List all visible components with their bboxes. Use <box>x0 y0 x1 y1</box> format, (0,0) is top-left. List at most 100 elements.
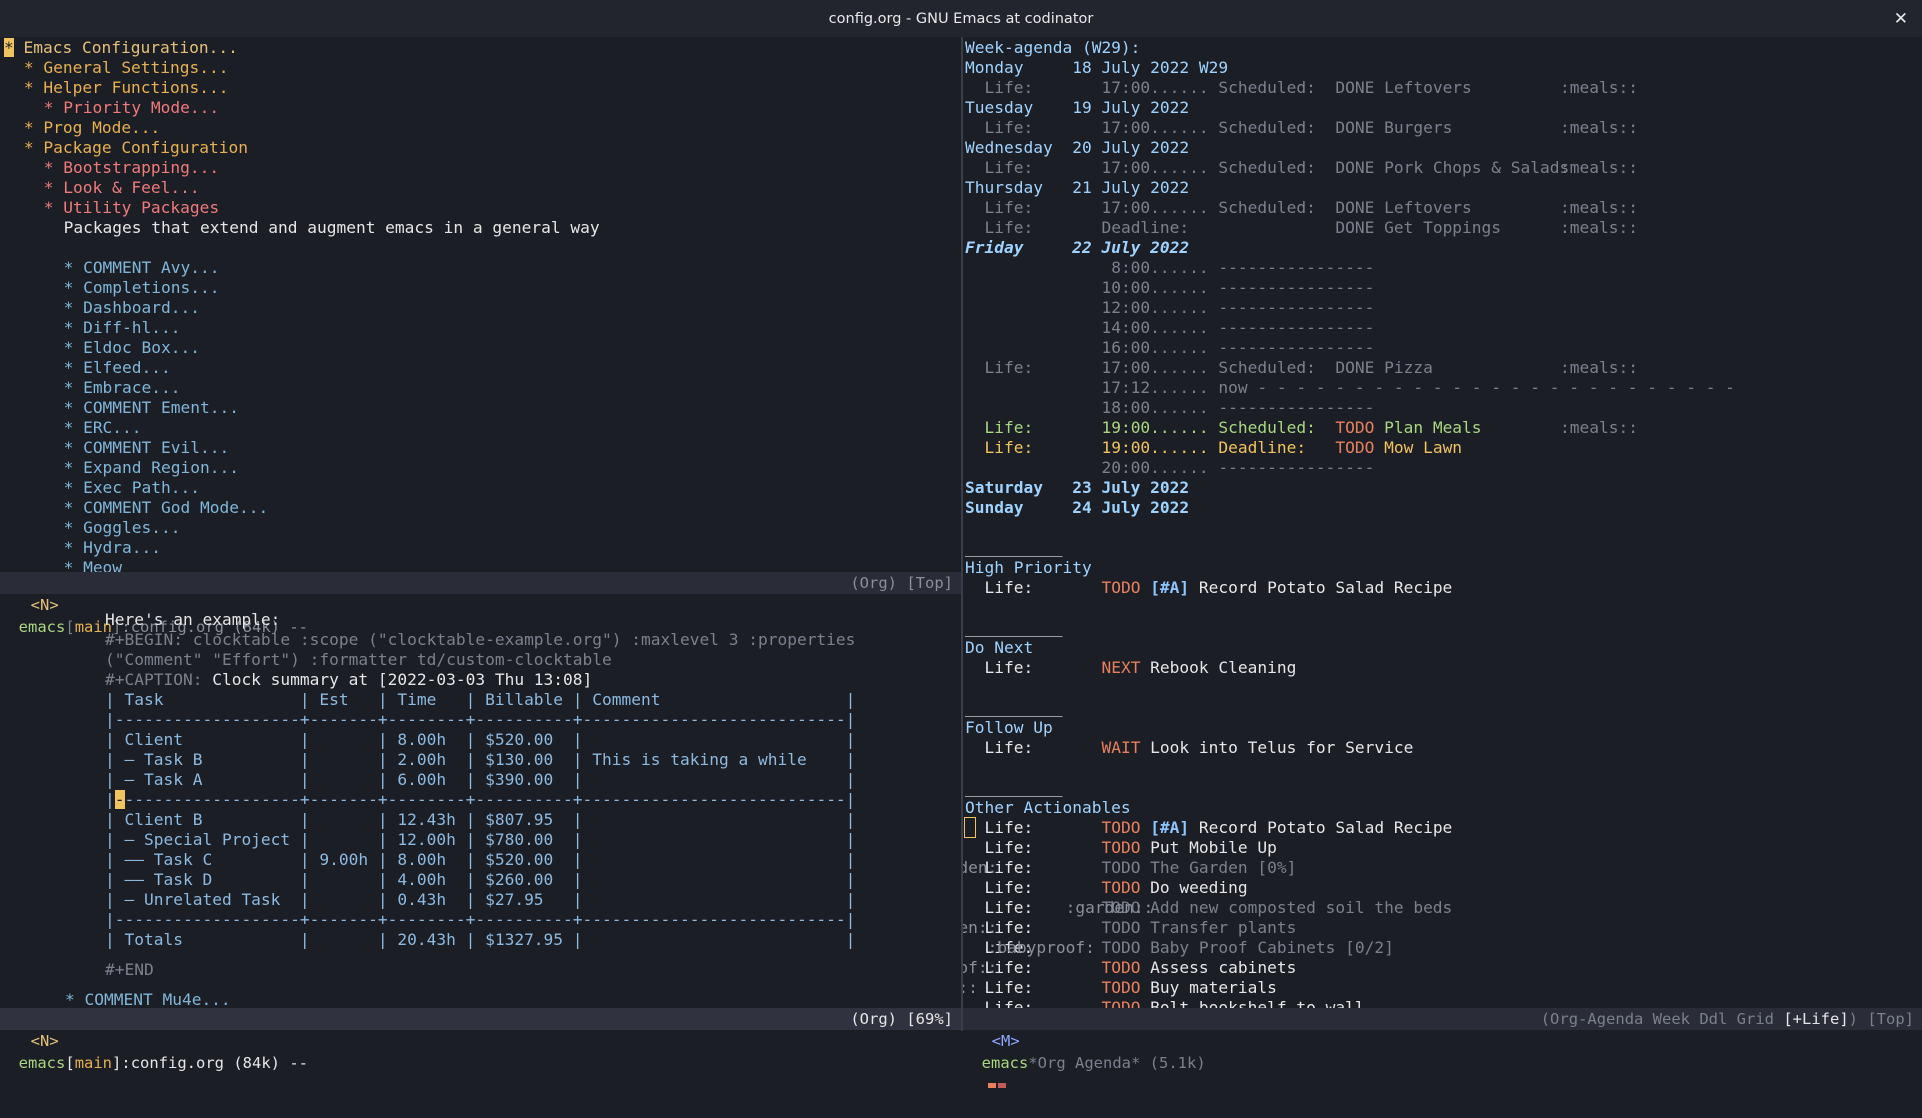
agenda-tag: :meals:: <box>1560 418 1638 437</box>
outline-heading[interactable]: Packages that extend and augment emacs i… <box>64 218 600 238</box>
priority-cookie: [#A] <box>1150 818 1190 837</box>
outline-heading[interactable]: * COMMENT Avy... <box>64 258 220 278</box>
outline-heading-text: * Elfeed... <box>63 358 171 377</box>
table-row[interactable]: | — Task A | | 6.00h | $390.00 | | <box>105 770 855 790</box>
todo-state: TODO <box>1101 838 1141 857</box>
agenda-todo-item[interactable]: Life: TODO Do weeding:garden:: <box>965 878 1247 898</box>
close-icon[interactable]: ✕ <box>1894 0 1908 38</box>
agenda-grid-line: ---------------- <box>1218 318 1375 337</box>
separator-line: __________ <box>965 538 1063 557</box>
section-separator: __________ <box>965 698 1062 718</box>
table-row[interactable]: | Client B | | 12.43h | $807.95 | | <box>105 810 855 830</box>
config-outline-pane[interactable]: * Emacs Configuration... * General Settin… <box>0 37 962 572</box>
agenda-todo-item[interactable]: Life: WAIT Look into Telus for Service <box>965 738 1413 758</box>
outline-heading[interactable]: * Priority Mode... <box>44 98 219 118</box>
table-row[interactable]: | — Task B | | 2.00h | $130.00 | This is… <box>105 750 855 770</box>
agenda-todo-item[interactable]: Life: TODO Assess cabinets:babyproof:: <box>963 958 1296 978</box>
table-row[interactable]: | — Unrelated Task | | 0.43h | $27.95 | … <box>105 890 855 910</box>
agenda-entry[interactable]: Life: 19:00...... Scheduled: TODO Plan M… <box>965 418 1637 438</box>
outline-heading[interactable]: * Embrace... <box>64 378 181 398</box>
agenda-entry[interactable]: 12:00...... ---------------- <box>965 298 1374 318</box>
agenda-entry[interactable]: 20:00...... ---------------- <box>965 458 1374 478</box>
outline-heading[interactable]: * Package Configuration <box>24 138 248 158</box>
outline-heading[interactable]: * Hydra... <box>64 538 161 558</box>
outline-heading[interactable]: * Goggles... <box>64 518 181 538</box>
table-row[interactable]: |-------------------+-------+--------+--… <box>105 910 855 930</box>
agenda-tag: :meals:: <box>1560 218 1638 237</box>
agenda-category: Life: <box>965 198 1102 217</box>
separator-line: __________ <box>965 618 1063 637</box>
outline-heading-text: Emacs Configuration... <box>23 38 238 57</box>
agenda-grid-spacer <box>1209 318 1219 337</box>
outline-heading[interactable]: * Utility Packages <box>44 198 219 218</box>
outline-heading-text: * Look & Feel... <box>43 178 200 197</box>
agenda-todo-item[interactable]: Life: TODO Bolt bookshelf to wall <box>965 998 1364 1008</box>
clocktable-pane[interactable]: Here's an example: #+BEGIN: clocktable :… <box>0 594 962 1008</box>
agenda-tag: :garden:: <box>963 918 998 937</box>
agenda-entry[interactable]: 16:00...... ---------------- <box>965 338 1374 358</box>
table-row[interactable]: |-------------------+-------+--------+--… <box>105 790 855 810</box>
outline-heading-text: * Priority Mode... <box>43 98 220 117</box>
table-row[interactable]: |-------------------+-------+--------+--… <box>105 710 855 730</box>
outline-heading[interactable]: * Elfeed... <box>64 358 171 378</box>
org-agenda-pane[interactable]: Week-agenda (W29): Monday 18 July 2022 W2… <box>963 37 1922 1008</box>
agenda-kind: Scheduled: <box>1208 78 1336 97</box>
agenda-todo-item[interactable]: Life: TODO Transfer plants:garden:: <box>963 918 1296 938</box>
agenda-entry[interactable]: 14:00...... ---------------- <box>965 318 1374 338</box>
agenda-todo-item[interactable]: Life: TODO The Garden [0%]:garden: <box>963 858 1296 878</box>
agenda-entry[interactable]: Life: 17:00...... Scheduled: DONE Leftov… <box>965 78 1637 98</box>
modeline-buffer-name: emacs <box>18 1054 66 1072</box>
outline-heading-text: * Goggles... <box>63 518 181 537</box>
outline-heading-text: * Diff-hl... <box>63 318 181 337</box>
outline-heading[interactable]: * Diff-hl... <box>64 318 181 338</box>
agenda-entry[interactable]: Life: Deadline: DONE Get Toppings:meals:… <box>965 218 1637 238</box>
outline-heading[interactable]: * Expand Region... <box>64 458 239 478</box>
outline-heading[interactable]: * COMMENT Ement... <box>64 398 239 418</box>
outline-heading[interactable]: * Look & Feel... <box>44 178 200 198</box>
agenda-entry[interactable]: 8:00...... ---------------- <box>965 258 1374 278</box>
outline-heading[interactable]: * Helper Functions... <box>24 78 229 98</box>
agenda-todo-item[interactable]: Life: TODO [#A] Record Potato Salad Reci… <box>964 817 1452 838</box>
outline-heading[interactable]: * COMMENT God Mode... <box>64 498 269 518</box>
table-row[interactable]: | —— Task C | 9.00h | 8.00h | $520.00 | … <box>105 850 855 870</box>
section-title: Follow Up <box>965 718 1053 738</box>
outline-heading[interactable]: * Bootstrapping... <box>44 158 219 178</box>
agenda-todo-item[interactable]: Life: NEXT Rebook Cleaning <box>965 658 1296 678</box>
agenda-entry[interactable]: 17:12...... now - - - - - - - - - - - - … <box>965 378 1735 398</box>
outline-heading[interactable]: * COMMENT Evil... <box>64 438 230 458</box>
table-row[interactable]: | Task | Est | Time | Billable | Comment… <box>105 690 855 710</box>
agenda-entry[interactable]: Life: 17:00...... Scheduled: DONE Leftov… <box>965 198 1637 218</box>
agenda-entry[interactable]: Life: 17:00...... Scheduled: DONE Pizza:… <box>965 358 1637 378</box>
outline-heading[interactable]: * Eldoc Box... <box>64 338 200 358</box>
agenda-entry[interactable]: 10:00...... ---------------- <box>965 278 1374 298</box>
comment-mu4e-heading[interactable]: * COMMENT Mu4e... <box>65 990 231 1008</box>
outline-heading[interactable]: * Prog Mode... <box>24 118 160 138</box>
table-row[interactable]: | Totals | | 20.43h | $1327.95 | | <box>105 930 855 950</box>
agenda-entry[interactable]: Life: 17:00...... Scheduled: DONE Burger… <box>965 118 1637 138</box>
outline-heading[interactable]: * Exec Path... <box>64 478 200 498</box>
outline-heading[interactable]: * Completions... <box>64 278 220 298</box>
agenda-grid-time: 17:12...... <box>1091 378 1209 397</box>
table-row[interactable]: | Client | | 8.00h | $520.00 | | <box>105 730 855 750</box>
table-row-text: | —— Task D | | 4.00h | $260.00 | | <box>105 870 856 889</box>
agenda-todo-item[interactable]: Life: TODO Put Mobile Up <box>965 838 1276 858</box>
outline-heading[interactable]: * Emacs Configuration... <box>4 38 238 58</box>
agenda-entry[interactable]: 18:00...... ---------------- <box>965 398 1374 418</box>
agenda-grid-spacer <box>1209 378 1219 397</box>
agenda-todo-item[interactable]: Life: TODO Add new composted soil the be… <box>965 898 1452 918</box>
outline-heading[interactable]: * ERC... <box>64 418 142 438</box>
agenda-item-text: Plan Meals <box>1374 418 1482 437</box>
outline-heading[interactable]: * Dashboard... <box>64 298 200 318</box>
agenda-todo-item[interactable]: Life: TODO Baby Proof Cabinets [0/2]:bab… <box>965 938 1393 958</box>
todo-state: DONE <box>1335 158 1375 177</box>
outline-heading[interactable]: * General Settings... <box>24 58 229 78</box>
outline-heading[interactable]: * Meow <box>64 558 122 572</box>
table-row[interactable]: | —— Task D | | 4.00h | $260.00 | | <box>105 870 855 890</box>
agenda-entry[interactable]: Life: 17:00...... Scheduled: DONE Pork C… <box>965 158 1637 178</box>
agenda-entry[interactable]: Life: 19:00...... Deadline: TODO Mow Law… <box>965 438 1462 458</box>
agenda-todo-item[interactable]: Life: TODO [#A] Record Potato Salad Reci… <box>965 578 1452 598</box>
table-row[interactable]: | — Special Project | | 12.00h | $780.00… <box>105 830 855 850</box>
agenda-todo-item[interactable]: Life: TODO Buy materials:babyproof:: <box>963 978 1277 998</box>
